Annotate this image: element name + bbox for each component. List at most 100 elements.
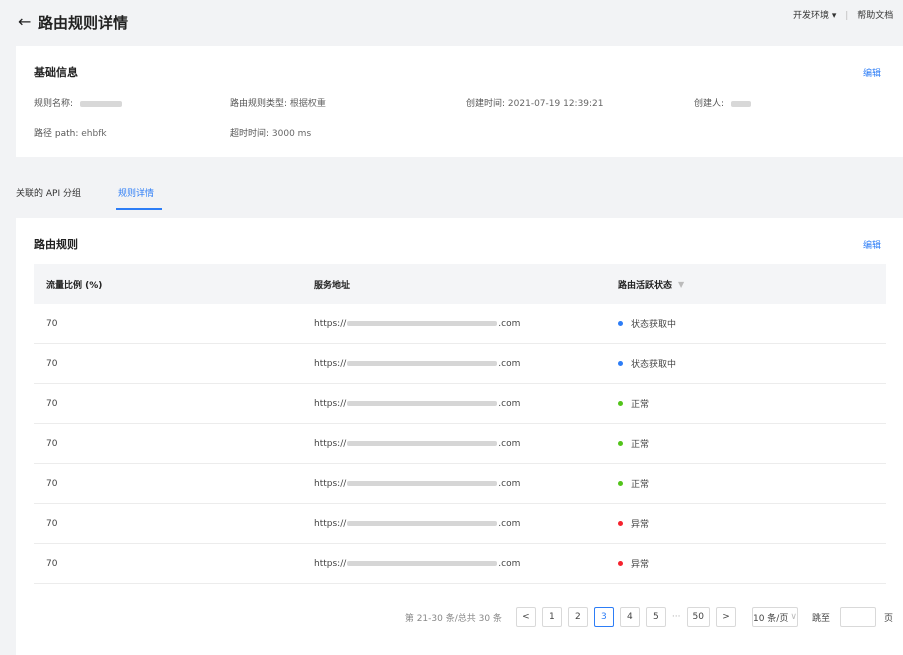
status-dot bbox=[618, 521, 623, 526]
traffic-ratio-value: 70 bbox=[46, 558, 58, 569]
status-dot bbox=[618, 441, 623, 446]
page-unit-label: 页 bbox=[883, 613, 893, 624]
col-traffic-ratio: 流量比例 (%) bbox=[46, 280, 103, 291]
status-text: 状态获取中 bbox=[631, 360, 677, 370]
url-prefix: https:// bbox=[314, 438, 347, 449]
service-address-cell: https:// .com bbox=[314, 544, 520, 583]
page-button-2[interactable]: 2 bbox=[567, 607, 588, 627]
traffic-ratio-cell: 70 bbox=[46, 544, 57, 583]
rules-edit-link[interactable]: 编辑 bbox=[863, 238, 881, 251]
service-address-cell: https:// .com bbox=[314, 344, 520, 383]
status-text: 正常 bbox=[631, 480, 650, 490]
page-title: 路由规则详情 bbox=[38, 14, 129, 32]
traffic-ratio-value: 70 bbox=[46, 478, 58, 489]
tab-rule-details[interactable]: 规则详情 bbox=[118, 186, 154, 199]
traffic-ratio-cell: 70 bbox=[46, 424, 57, 463]
table-row: 70 https:// .com 正常 bbox=[34, 384, 886, 424]
arrow-left-icon[interactable]: ← bbox=[18, 12, 31, 31]
route-status-cell: 正常 bbox=[618, 464, 649, 503]
url-suffix: .com bbox=[498, 518, 521, 529]
status-dot bbox=[618, 401, 623, 406]
url-prefix: https:// bbox=[314, 398, 347, 409]
rule-type-field: 路由规则类型: 根据权重 bbox=[230, 96, 326, 109]
rule-type-label: 路由规则类型: bbox=[230, 99, 288, 109]
col-route-status-label: 路由活跃状态 bbox=[618, 280, 673, 291]
prev-page-button[interactable]: < bbox=[515, 607, 536, 627]
status-text: 正常 bbox=[631, 440, 650, 450]
traffic-ratio-cell: 70 bbox=[46, 304, 57, 343]
table-row: 70 https:// .com 异常 bbox=[34, 504, 886, 544]
route-status-cell: 状态获取中 bbox=[618, 344, 676, 383]
page-button-1[interactable]: 1 bbox=[541, 607, 562, 627]
url-suffix: .com bbox=[498, 438, 521, 449]
created-time-label: 创建时间: bbox=[466, 99, 506, 109]
route-status-cell: 状态获取中 bbox=[618, 304, 676, 343]
status-dot bbox=[618, 321, 623, 326]
url-suffix: .com bbox=[498, 558, 521, 569]
service-address-cell: https:// .com bbox=[314, 424, 520, 463]
url-prefix: https:// bbox=[314, 478, 347, 489]
traffic-ratio-cell: 70 bbox=[46, 464, 57, 503]
help-docs-link[interactable]: 帮助文档 bbox=[857, 8, 893, 21]
table-header: 流量比例 (%) 服务地址 路由活跃状态 ▼ bbox=[34, 264, 886, 304]
creator-redacted bbox=[730, 100, 751, 107]
creator-label: 创建人: bbox=[694, 99, 725, 109]
page-size-value: 10 条/页 bbox=[752, 613, 789, 624]
env-selector[interactable]: 开发环境 ▾ bbox=[793, 8, 836, 21]
url-suffix: .com bbox=[498, 398, 521, 409]
service-address-cell: https:// .com bbox=[314, 504, 520, 543]
page-button-3[interactable]: 3 bbox=[593, 607, 614, 627]
pagination-ellipsis[interactable]: ··· bbox=[672, 612, 681, 622]
rule-name-redacted bbox=[79, 100, 122, 107]
url-suffix: .com bbox=[498, 358, 521, 369]
url-redacted bbox=[347, 561, 498, 566]
chevron-down-icon: ∨ bbox=[790, 612, 797, 622]
page-button-last[interactable]: 50 bbox=[686, 607, 710, 627]
timeout-label: 超时时间: bbox=[230, 129, 270, 139]
url-redacted bbox=[347, 521, 498, 526]
page-button-4[interactable]: 4 bbox=[619, 607, 640, 627]
col-service-address: 服务地址 bbox=[314, 280, 351, 291]
route-status-cell: 异常 bbox=[618, 544, 649, 583]
detail-tabs: 关联的 API 分组 规则详情 bbox=[0, 178, 903, 212]
path-field: 路径 path: ehbfk bbox=[34, 126, 107, 139]
table-row: 70 https:// .com 状态获取中 bbox=[34, 344, 886, 384]
tab-api-groups[interactable]: 关联的 API 分组 bbox=[16, 186, 81, 199]
basic-edit-link[interactable]: 编辑 bbox=[863, 66, 881, 79]
path-label: 路径 path: bbox=[34, 129, 79, 139]
traffic-ratio-value: 70 bbox=[46, 398, 58, 409]
timeout-value: 3000 ms bbox=[271, 129, 312, 139]
traffic-ratio-value: 70 bbox=[46, 358, 58, 369]
traffic-ratio-cell: 70 bbox=[46, 344, 57, 383]
table-row: 70 https:// .com 异常 bbox=[34, 544, 886, 584]
pagination-total: 第 21-30 条/总共 30 条 bbox=[404, 613, 502, 624]
traffic-ratio-cell: 70 bbox=[46, 384, 57, 423]
rule-name-field: 规则名称: bbox=[34, 96, 122, 109]
url-redacted bbox=[347, 481, 498, 486]
url-redacted bbox=[347, 321, 498, 326]
table-row: 70 https:// .com 正常 bbox=[34, 464, 886, 504]
filter-icon[interactable]: ▼ bbox=[678, 280, 684, 289]
page-size-select[interactable]: 10 条/页 ∨ bbox=[751, 607, 798, 627]
traffic-ratio-value: 70 bbox=[46, 518, 58, 529]
status-text: 异常 bbox=[631, 520, 650, 530]
nav-separator: | bbox=[845, 11, 849, 21]
rule-name-label: 规则名称: bbox=[34, 99, 74, 109]
routing-rules-title: 路由规则 bbox=[34, 238, 78, 251]
jump-page-input[interactable] bbox=[839, 607, 876, 627]
status-text: 正常 bbox=[631, 400, 650, 410]
url-redacted bbox=[347, 441, 498, 446]
service-address-cell: https:// .com bbox=[314, 304, 520, 343]
route-status-cell: 正常 bbox=[618, 384, 649, 423]
env-label: 开发环境 bbox=[793, 11, 830, 21]
top-bar: ← 路由规则详情 开发环境 ▾ | 帮助文档 bbox=[0, 0, 903, 44]
created-time-value: 2021-07-19 12:39:21 bbox=[507, 99, 604, 109]
active-tab-indicator bbox=[116, 208, 162, 210]
status-text: 异常 bbox=[631, 560, 650, 570]
col-route-status[interactable]: 路由活跃状态 ▼ bbox=[618, 264, 684, 304]
traffic-ratio-value: 70 bbox=[46, 318, 58, 329]
url-suffix: .com bbox=[498, 478, 521, 489]
service-address-cell: https:// .com bbox=[314, 464, 520, 503]
next-page-button[interactable]: > bbox=[715, 607, 736, 627]
page-button-5[interactable]: 5 bbox=[645, 607, 666, 627]
